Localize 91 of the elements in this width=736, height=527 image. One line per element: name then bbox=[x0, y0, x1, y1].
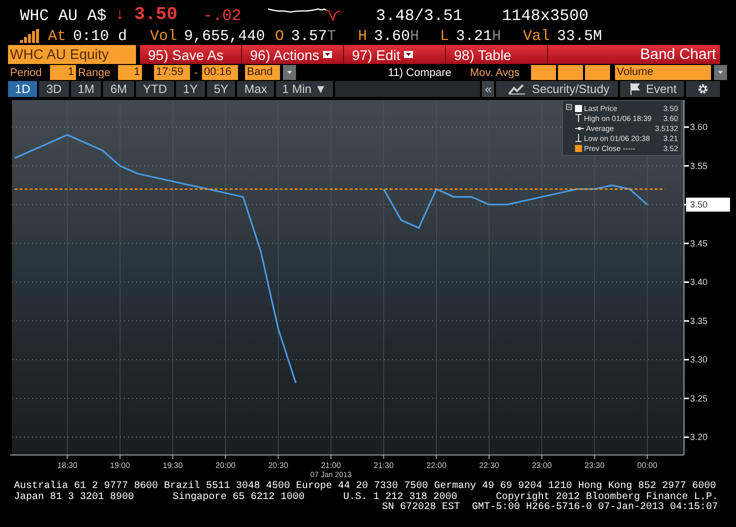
last-price: ↓ 3.50 bbox=[115, 5, 178, 25]
caret-icon bbox=[323, 51, 332, 58]
axis-label: 3.25 bbox=[690, 393, 708, 404]
stat-value: 33.5M bbox=[557, 28, 602, 44]
stat-source: T bbox=[327, 28, 336, 44]
ticker: WHC AU A$ bbox=[20, 7, 108, 25]
settings-icon bbox=[697, 83, 709, 95]
footer-text: Singapore 65 6212 1000 bbox=[172, 492, 305, 503]
bid-ask: 3.48/3.51 bbox=[376, 7, 464, 25]
axis-label: 22:00 bbox=[426, 461, 446, 470]
axis-label: 3.45 bbox=[690, 238, 708, 248]
security-study-button[interactable]: Security/Study bbox=[494, 81, 618, 97]
end-time-field[interactable]: 00:16 bbox=[202, 65, 238, 80]
collapse-icon[interactable] bbox=[566, 104, 572, 110]
axis-label: 3.20 bbox=[690, 432, 708, 442]
period-label: Period bbox=[10, 66, 43, 78]
stat-value: 3.57 bbox=[291, 28, 328, 44]
period-tab[interactable]: Max bbox=[237, 81, 276, 97]
footer-text: Copyright 2012 Bloomberg Finance L.P. bbox=[496, 492, 718, 502]
stat-label: Val bbox=[523, 28, 550, 44]
line-chart-icon bbox=[508, 83, 526, 95]
axis-label: 22:30 bbox=[479, 461, 500, 470]
range-label: Range bbox=[77, 66, 112, 78]
average-marker-icon bbox=[575, 126, 584, 130]
price-change: -.02 bbox=[203, 7, 242, 25]
footer-text: Japan 81 3 3201 8900 bbox=[14, 492, 134, 503]
axis-label: 00:00 bbox=[637, 461, 658, 470]
toolbar-button[interactable]: 95) Save As bbox=[140, 45, 242, 64]
stat-source: H bbox=[492, 28, 502, 44]
axis-label: 19:30 bbox=[162, 461, 183, 470]
stat-value: 3.21 bbox=[456, 28, 492, 44]
axis-label: 20:30 bbox=[268, 461, 288, 470]
stat-label: L bbox=[440, 28, 450, 44]
period-tab[interactable]: 1M bbox=[70, 81, 104, 97]
stat-source: H bbox=[410, 28, 420, 44]
axis-label: 19:00 bbox=[110, 461, 130, 470]
low-marker-icon bbox=[575, 134, 582, 142]
stat-label: At bbox=[48, 28, 66, 44]
stat-label: O bbox=[275, 28, 284, 44]
period-tab[interactable]: 3D bbox=[39, 81, 71, 97]
axis-label: 18:30 bbox=[57, 461, 78, 470]
caret-icon bbox=[404, 51, 414, 58]
security-field[interactable]: WHC AU Equity bbox=[8, 45, 136, 64]
axis-label: 21:30 bbox=[374, 461, 394, 470]
band-dropdown[interactable]: Band bbox=[245, 65, 280, 80]
stat-value: 9,655,440 bbox=[184, 28, 266, 44]
collapse-button[interactable]: « bbox=[480, 81, 494, 97]
moving-averages-label: Mov. Avgs bbox=[470, 66, 520, 78]
last-price-tag: 3.50 bbox=[686, 198, 730, 212]
range-field[interactable]: 1 bbox=[118, 65, 142, 80]
axis-label: 23:00 bbox=[532, 461, 552, 470]
flag-icon bbox=[630, 83, 640, 95]
axis-label: 20:00 bbox=[216, 461, 236, 470]
axis-label: 3.35 bbox=[690, 316, 708, 326]
period-tab[interactable]: YTD bbox=[136, 81, 176, 97]
axis-label: 3.40 bbox=[690, 277, 708, 288]
stat-label: Vol bbox=[150, 28, 178, 44]
moving-average-field[interactable] bbox=[530, 65, 556, 80]
period-tab[interactable]: 5Y bbox=[206, 81, 238, 97]
moving-average-field[interactable] bbox=[584, 65, 610, 80]
stat-value: 0:10 d bbox=[73, 28, 128, 44]
period-tab[interactable]: 1Y bbox=[176, 81, 207, 97]
period-tab[interactable]: 1D bbox=[8, 81, 40, 97]
toolbar-button[interactable]: 96) Actions bbox=[242, 45, 344, 64]
event-button[interactable]: Event bbox=[618, 81, 684, 97]
high-marker-icon bbox=[575, 114, 582, 122]
interval-dropdown[interactable]: 1 Min ▼ bbox=[276, 81, 335, 97]
compare-link[interactable]: 11) Compare bbox=[388, 66, 458, 78]
period-field[interactable]: 1 bbox=[50, 65, 76, 80]
toolbar-button[interactable]: 97) Edit bbox=[344, 45, 446, 64]
signal-bars-icon bbox=[20, 29, 40, 43]
y-tick-label: 3.50 bbox=[690, 200, 708, 210]
start-time-field[interactable]: 17:59 bbox=[154, 65, 190, 80]
volume-dropdown[interactable]: Volume bbox=[614, 65, 711, 80]
stat-label: H bbox=[358, 28, 368, 44]
footer-text: Australia 61 2 9777 8600 Brazil 5511 3048 4500 Europe 44 20 7330 7500 Germany 49 69 9204 1210 Hong Kong 852 2977 6000 bbox=[14, 482, 718, 492]
period-tab[interactable]: 6M bbox=[103, 81, 136, 97]
chart-title: Band Chart bbox=[640, 45, 717, 64]
settings-button[interactable] bbox=[684, 81, 720, 97]
toolbar-button[interactable]: 98) Table bbox=[446, 45, 548, 64]
range-separator: - bbox=[193, 66, 199, 78]
footer-text: SN 672028 EST GMT-5:00 H266-5716-0 07-Jan-2013 04:15:07 bbox=[382, 503, 718, 514]
stat-value: 3.60 bbox=[374, 28, 410, 44]
axis-label: 23:30 bbox=[584, 461, 605, 470]
axis-label: 3.60 bbox=[690, 122, 708, 132]
bid-ask-size: 1148x3500 bbox=[502, 7, 588, 25]
footer-text: U.S. 1 212 318 2000 bbox=[343, 492, 458, 502]
axis-label: 3.30 bbox=[690, 354, 708, 365]
moving-average-field[interactable] bbox=[558, 65, 583, 80]
axis-label: 21:00 bbox=[320, 461, 341, 470]
axis-label: 3.55 bbox=[690, 160, 708, 171]
